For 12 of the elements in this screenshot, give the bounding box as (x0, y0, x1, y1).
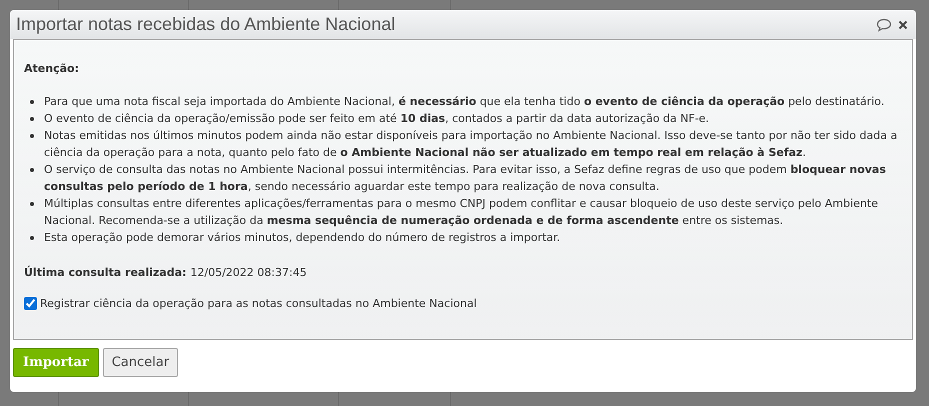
warning-heading: Atenção: (24, 62, 80, 75)
note-text: Múltiplas consultas entre diferentes aplicações/ferramentas para o mesmo CNPJ podem conflitar e causar bloqueio de uso deste serviço pelo Ambiente Nacional. Recomenda-se a utilização da mesma sequência de numeração ordenada e de forma ascendente entre os sistemas. (44, 196, 880, 229)
last-query-label: Última consulta realizada: (24, 266, 186, 279)
note-text: O serviço de consulta das notas no Ambiente Nacional possui intermitências. Para evitar isso, a Sefaz define regras de uso que podem bloquear novas consultas pelo período de 1 hora, sendo necessário aguardar este tempo para realização de nova consulta. (44, 162, 887, 195)
note-text: O evento de ciência da operação/emissão pode ser feito em até 10 dias, contados a partir da data autorização da NF-e. (44, 111, 710, 127)
cancel-button[interactable]: Cancelar (102, 348, 178, 377)
note-text: Para que uma nota fiscal seja importada do Ambiente Nacional, é necessário que ela tenha tido o evento de ciência da operação pelo destinatário. (44, 94, 886, 110)
dialog-title: Importar notas recebidas do Ambiente Nacional (16, 14, 396, 35)
note-text: Notas emitidas nos últimos minutos podem ainda não estar disponíveis para importação no Ambiente Nacional. Isso deve-se tanto por não ter sido dada a ciência da operação para a nota, quanto pelo fato de o Ambiente Nacional não ser atualizado em tempo real em relação à Sefaz. (44, 128, 898, 161)
note-text: Esta operação pode demorar vários minutos, dependendo do número de registros a importar. (44, 230, 562, 246)
register-label[interactable]: Registrar ciência da operação para as notas consultadas no Ambiente Nacional (40, 297, 477, 310)
last-query-value: 12/05/2022 08:37:45 (190, 266, 307, 279)
